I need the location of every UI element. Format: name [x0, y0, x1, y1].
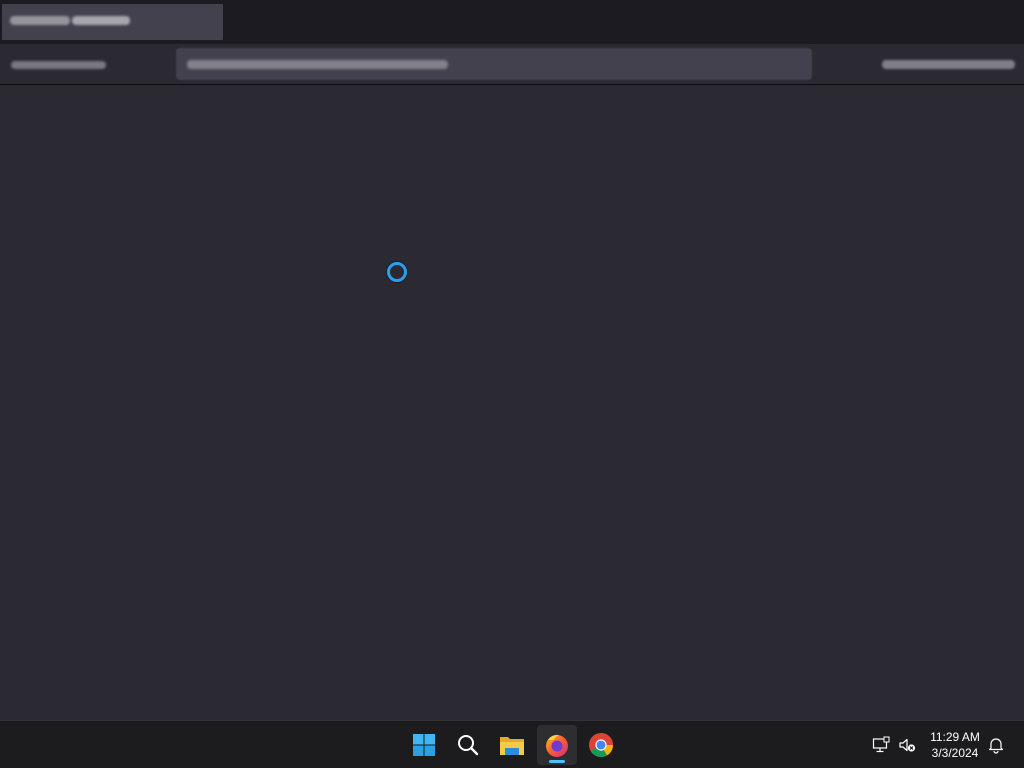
browser-tab-strip — [0, 0, 1024, 44]
system-clock[interactable]: 11:29 AM 3/3/2024 — [922, 729, 988, 761]
browser-toolbar — [0, 44, 1024, 85]
chrome-icon — [589, 733, 613, 758]
search-icon — [458, 735, 479, 756]
tab-title-blurred — [72, 16, 130, 25]
firefox-icon — [546, 734, 568, 757]
chrome-taskbar-button[interactable] — [581, 725, 621, 765]
windows-start-button[interactable] — [404, 725, 444, 765]
url-text-blurred — [187, 60, 448, 69]
notifications-button[interactable] — [986, 735, 1006, 755]
windows-taskbar: 11:29 AM 3/3/2024 — [0, 720, 1024, 768]
firefox-taskbar-button[interactable] — [537, 725, 577, 765]
network-icon — [872, 736, 890, 753]
address-bar[interactable] — [176, 48, 812, 80]
tab-title-blurred — [10, 16, 70, 25]
network-button[interactable] — [871, 735, 891, 755]
volume-muted-icon — [899, 738, 916, 752]
notifications-icon — [988, 738, 1004, 754]
loading-spinner-icon — [387, 262, 407, 282]
file-explorer-icon — [500, 737, 524, 755]
windows-start-icon — [413, 734, 435, 756]
browser-tab[interactable] — [2, 4, 223, 40]
page-content — [0, 85, 1024, 720]
active-app-indicator — [549, 760, 565, 763]
clock-time: 11:29 AM — [930, 730, 980, 744]
file-explorer-button[interactable] — [492, 725, 532, 765]
clock-date: 3/3/2024 — [931, 746, 979, 760]
search-button[interactable] — [448, 725, 488, 765]
toolbar-actions-blurred[interactable] — [882, 60, 1015, 69]
desktop-screen: 11:29 AM 3/3/2024 — [0, 0, 1024, 768]
volume-button[interactable] — [897, 735, 917, 755]
nav-buttons-blurred[interactable] — [11, 61, 106, 69]
